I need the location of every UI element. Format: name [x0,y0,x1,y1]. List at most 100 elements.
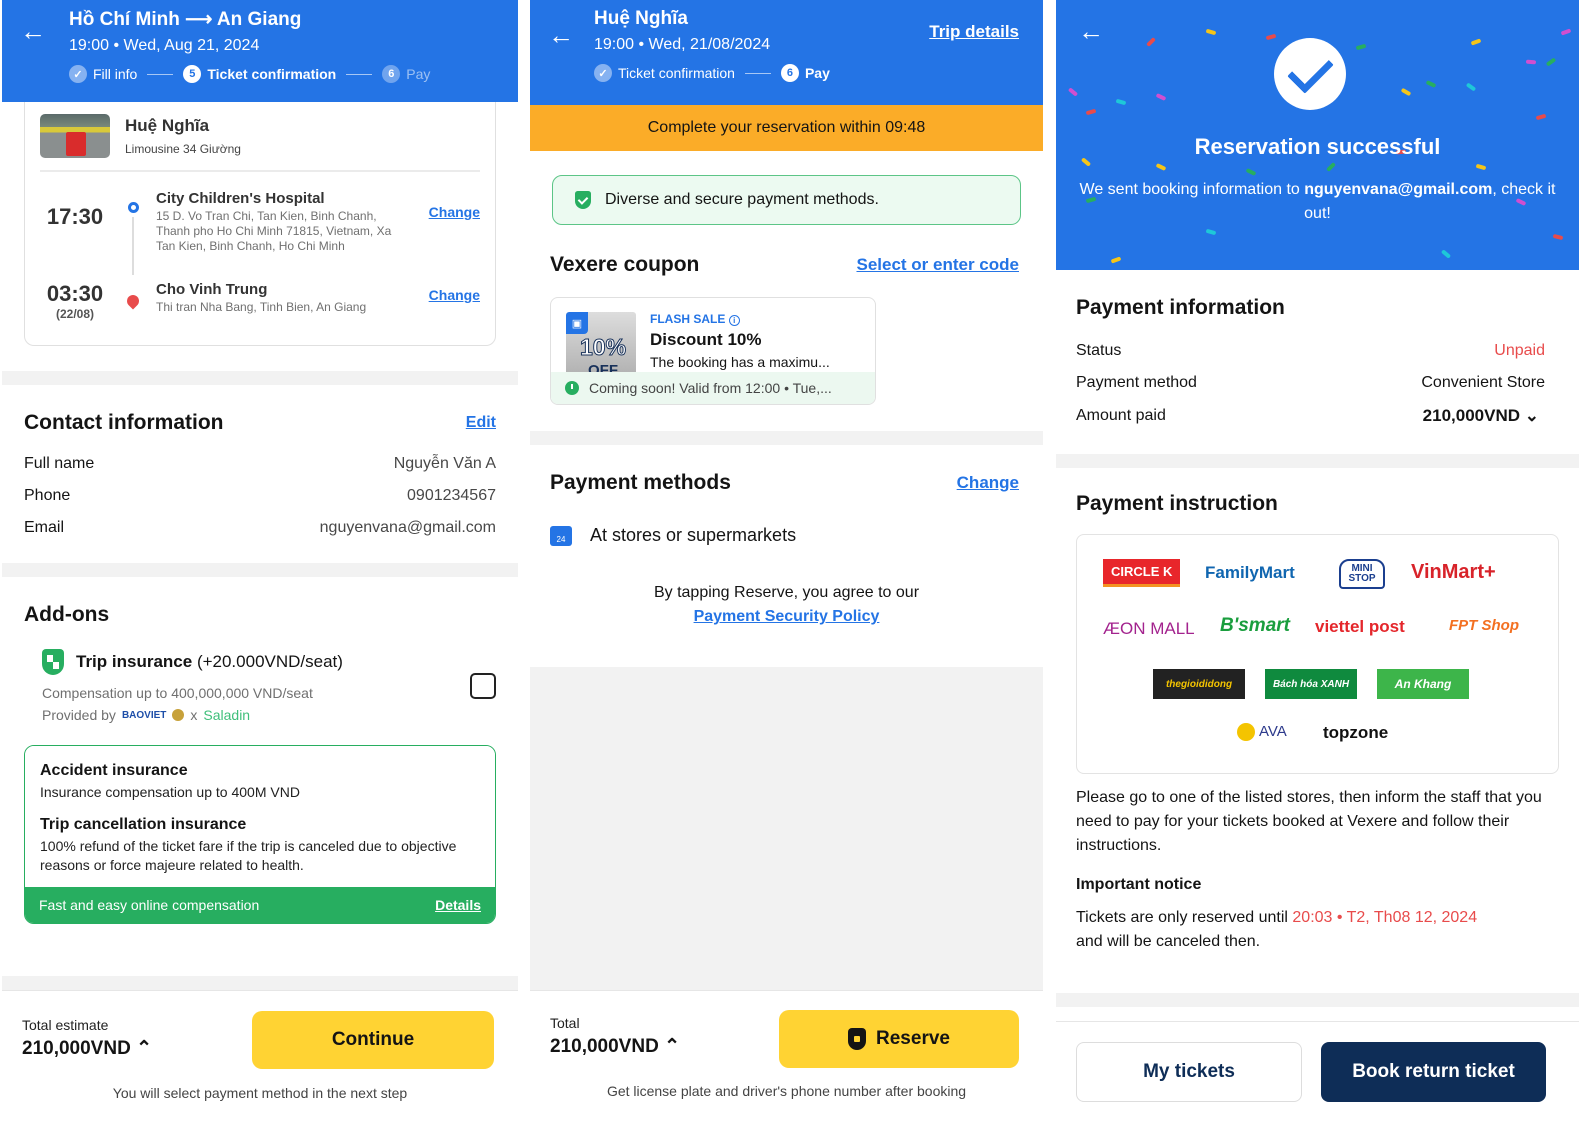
step-divider [147,73,174,75]
insurance-details-link[interactable]: Details [435,897,481,913]
contact-title: Contact information [24,411,224,434]
operator-name: Huệ Nghĩa [125,116,210,135]
payment-info-title: Payment information [1076,296,1285,319]
store-logo-fptshop: FPT Shop [1449,617,1519,634]
step-pay: 6 Pay [382,65,430,83]
status-badge: Unpaid [1494,342,1545,359]
dropoff-name: Cho Vinh Trung [156,281,268,298]
selected-payment-method[interactable]: 24 At stores or supermarkets [530,495,1043,546]
info-icon[interactable]: i [728,315,740,326]
total-value[interactable]: 210,000VND ⌃ [22,1037,152,1060]
chevron-up-icon: ⌃ [136,1038,152,1059]
countdown: 09:48 [885,119,926,136]
pickup-row: 17:30 City Children's Hospital 15 D. Vo … [40,190,480,275]
pickup-dot-icon [127,202,139,213]
change-dropoff-link[interactable]: Change [429,287,480,321]
reservation-success-screen: ← Reservation successful We sent booking… [1056,0,1579,1125]
addons-title: Add-ons [24,603,110,626]
success-message: We sent booking information to nguyenvan… [1079,181,1556,222]
total-value[interactable]: 210,000VND ⌃ [550,1035,680,1058]
confetti-piece [1115,98,1127,106]
addons-section: Add-ons Trip insurance (+20.000VND/seat)… [2,577,518,723]
store-logo-familymart: FamilyMart [1205,563,1295,582]
confetti-piece [1525,59,1537,65]
reserve-button[interactable]: Reserve [779,1010,1019,1068]
store-logo-thegioididong: thegioididong [1153,669,1245,699]
chevron-up-icon: ⌃ [664,1036,680,1057]
payment-info-section: Payment information Status Unpaid Payment… [1056,270,1579,426]
confetti-piece [1465,82,1477,92]
confetti-piece [1205,28,1217,36]
departure-datetime: 19:00 • Wed, Aug 21, 2024 [69,37,260,54]
payment-policy-link[interactable]: Payment Security Policy [694,608,880,625]
step-divider [744,72,771,74]
store-logo-ankhang: An Khang [1377,669,1469,699]
reservation-deadline: 20:03 • T2, Th08 12, 2024 [1292,909,1478,926]
check-icon: ✓ [594,64,612,82]
coupon-title: Vexere coupon [550,253,700,276]
coupon-validity: Coming soon! Valid from 12:00 • Tue,... [589,380,832,396]
contact-row-phone: Phone 0901234567 [24,487,496,504]
compensation-banner-text: Fast and easy online compensation [39,897,260,913]
insurance-checkbox[interactable] [470,673,496,699]
confetti-piece [1440,249,1452,259]
payment-instruction-section: Payment instruction [1056,468,1579,534]
empty-area [530,667,1043,990]
bottom-bar: My tickets Book return ticket [1056,1021,1579,1125]
back-arrow-icon[interactable]: ← [548,22,574,48]
change-pickup-link[interactable]: Change [429,204,480,275]
amount-value[interactable]: 210,000VND ⌄ [1423,406,1545,426]
vehicle-type: Limousine 34 Giường [125,142,241,156]
bus-icon: ▣ [566,312,588,334]
pickup-name: City Children's Hospital [156,190,325,207]
store-logo-bsmart: B'smart [1220,615,1290,636]
insurance-title: Trip insurance [76,652,193,671]
payment-screen: ← Huệ Nghĩa 19:00 • Wed, 21/08/2024 Trip… [530,0,1043,1125]
store-logo-ava: AVA [1237,723,1287,742]
select-coupon-link[interactable]: Select or enter code [856,255,1019,275]
cancellation-insurance-title: Trip cancellation insurance [40,816,247,833]
next-step-note: You will select payment method in the ne… [112,1085,408,1101]
confetti-piece [1155,93,1167,101]
baoviet-globe-icon [172,709,185,721]
change-payment-link[interactable]: Change [957,473,1019,493]
store-logos: CIRCLE K FamilyMart MINI STOP VinMart+ Æ… [1076,534,1559,774]
section-divider [530,431,1043,445]
coupon-description: The booking has a maximu... [650,354,830,370]
check-icon: ✓ [69,65,87,83]
my-tickets-button[interactable]: My tickets [1076,1042,1302,1102]
trip-card: Huệ Nghĩa Limousine 34 Giường 17:30 City… [24,102,496,346]
dropoff-address: Thi tran Nha Bang, Tinh Bien, An Giang [156,300,367,314]
total-label: Total [550,1015,580,1031]
trip-details-link[interactable]: Trip details [929,22,1019,42]
bus-photo [40,114,110,158]
accident-insurance-text: Insurance compensation up to 400M VND [40,784,300,800]
compensation-text: Compensation up to 400,000,000 VND/seat [42,685,313,701]
pickup-time: 17:30 [46,204,104,229]
confetti-piece [1475,163,1487,171]
confetti-piece [1146,37,1156,47]
coupon-card[interactable]: ▣ 10% OFF FLASH SALE i Discount 10% The … [550,297,876,405]
header: ← Huệ Nghĩa 19:00 • Wed, 21/08/2024 Trip… [530,0,1043,105]
book-return-ticket-button[interactable]: Book return ticket [1321,1042,1546,1102]
progress-steps: ✓ Fill info 5 Ticket confirmation 6 Pay [69,65,518,83]
section-divider [1056,454,1579,468]
store-logo-circlek: CIRCLE K [1103,559,1181,587]
step-ticket-confirmation: 5 Ticket confirmation [183,65,336,83]
store-logo-viettelpost: viettel post [1315,617,1405,636]
confetti-piece [1355,43,1367,51]
confetti-piece [1400,87,1412,97]
back-arrow-icon[interactable]: ← [1078,18,1104,44]
important-notice-text: Tickets are only reserved until 20:03 • … [1076,909,1478,950]
edit-contact-link[interactable]: Edit [466,414,496,432]
continue-button[interactable]: Continue [252,1011,494,1069]
flash-sale-tag: FLASH SALE [650,312,726,326]
lock-shield-icon [848,1028,867,1050]
confetti-piece [1110,256,1122,264]
payment-instruction-title: Payment instruction [1076,492,1278,515]
confetti-piece [1552,233,1564,241]
success-check-icon [1274,38,1346,110]
success-hero: ← Reservation successful We sent booking… [1056,0,1579,270]
route-title: Hồ Chí Minh ⟶ An Giang [69,9,302,30]
back-arrow-icon[interactable]: ← [20,18,46,44]
